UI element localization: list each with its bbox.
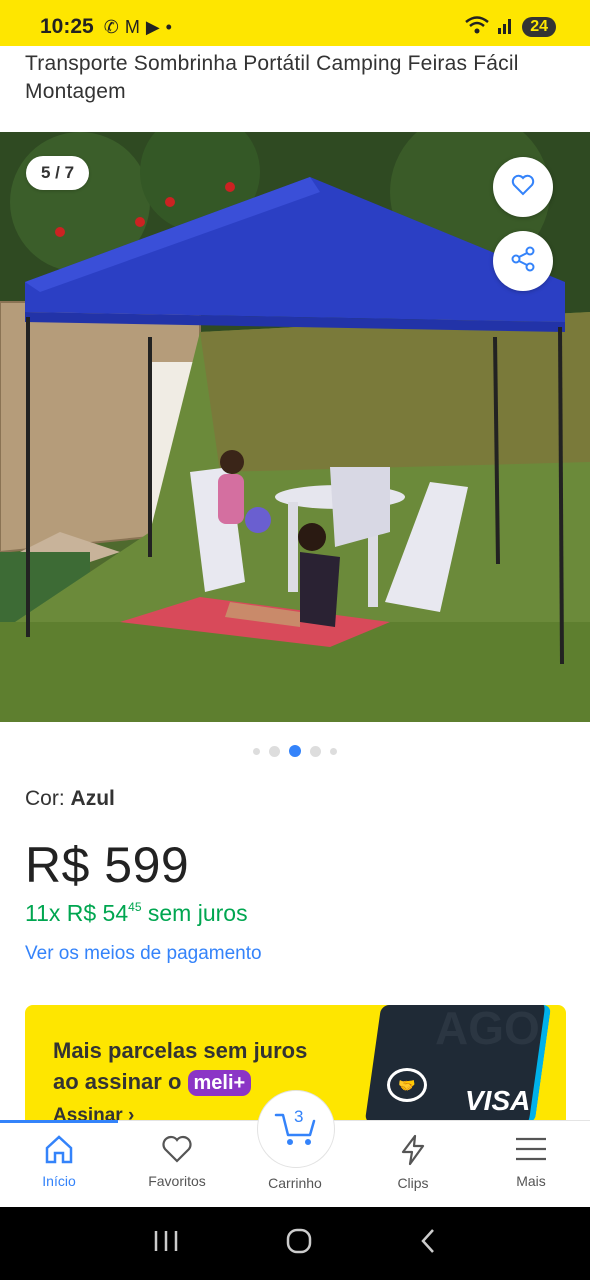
notification-icons: ✆ M ▶ • — [104, 17, 172, 38]
gmail-icon: M — [124, 16, 140, 37]
recent-apps-icon[interactable] — [152, 1229, 180, 1258]
menu-icon — [514, 1134, 548, 1167]
back-icon[interactable] — [418, 1227, 438, 1260]
home-button-icon[interactable] — [285, 1227, 313, 1260]
installments-cents: 45 — [128, 900, 142, 914]
product-title: Transporte Sombrinha Portátil Camping Fe… — [25, 52, 519, 103]
image-counter: 5 / 7 — [26, 156, 90, 190]
nav-favoritos[interactable]: Favoritos — [118, 1121, 236, 1207]
installments-suffix: sem juros — [141, 900, 248, 926]
installments-info: 11x R$ 5445 sem juros — [25, 900, 248, 927]
promo-line-2: ao assinar o meli+ — [53, 1066, 307, 1097]
carousel-dot[interactable] — [253, 747, 260, 755]
tent-photo — [0, 132, 590, 722]
heart-icon — [161, 1134, 193, 1167]
cart-icon: 3 — [274, 1107, 318, 1149]
status-right: 24 — [464, 15, 556, 40]
nav-mais[interactable]: Mais — [472, 1121, 590, 1207]
color-label: Cor: — [25, 787, 65, 810]
nav-inicio[interactable]: Início — [0, 1121, 118, 1207]
home-icon — [43, 1134, 75, 1167]
favorite-button[interactable] — [493, 157, 553, 217]
carousel-dot-active[interactable] — [289, 745, 301, 757]
system-navigation-bar — [0, 1207, 590, 1280]
share-button[interactable] — [493, 231, 553, 291]
mercado-pago-handshake-icon: 🤝 — [387, 1068, 427, 1102]
installments-amount: 11x R$ 54 — [25, 900, 129, 926]
meli-plus-badge: meli+ — [187, 1070, 252, 1096]
nav-active-indicator — [0, 1120, 118, 1123]
dot-icon: • — [165, 16, 172, 37]
product-price: R$ 599 — [25, 837, 190, 893]
card-text: AGO — [435, 1005, 540, 1054]
cart-count-badge: 3 — [294, 1107, 304, 1126]
product-title-area: Transporte Sombrinha Portátil Camping Fe… — [0, 46, 590, 132]
nav-clips[interactable]: Clips — [354, 1121, 472, 1207]
status-time: 10:25 — [40, 15, 94, 38]
color-selector[interactable]: Cor: Azul — [25, 787, 115, 811]
payment-methods-link[interactable]: Ver os meios de pagamento — [25, 943, 262, 965]
signal-icon — [498, 16, 514, 39]
carousel-dot[interactable] — [310, 745, 321, 757]
promo-line-2-text: ao assinar o — [53, 1069, 182, 1094]
battery-indicator: 24 — [522, 17, 556, 37]
visa-logo: VISA — [465, 1085, 531, 1116]
lightning-icon — [397, 1134, 429, 1169]
heart-icon — [511, 174, 535, 201]
promo-text: Mais parcelas sem juros ao assinar o mel… — [53, 1035, 307, 1097]
youtube-icon: ▶ — [145, 16, 160, 37]
nav-carrinho-label: Carrinho — [268, 1175, 322, 1191]
wifi-icon — [464, 15, 490, 40]
carousel-dots — [0, 745, 590, 757]
color-value: Azul — [70, 787, 115, 810]
whatsapp-icon: ✆ — [103, 16, 119, 37]
promo-line-1: Mais parcelas sem juros — [53, 1038, 308, 1063]
carousel-dot[interactable] — [269, 745, 280, 757]
carousel-dot[interactable] — [330, 747, 337, 755]
cart-button[interactable]: 3 — [257, 1090, 335, 1168]
share-icon — [510, 246, 536, 277]
product-image[interactable] — [0, 132, 590, 722]
